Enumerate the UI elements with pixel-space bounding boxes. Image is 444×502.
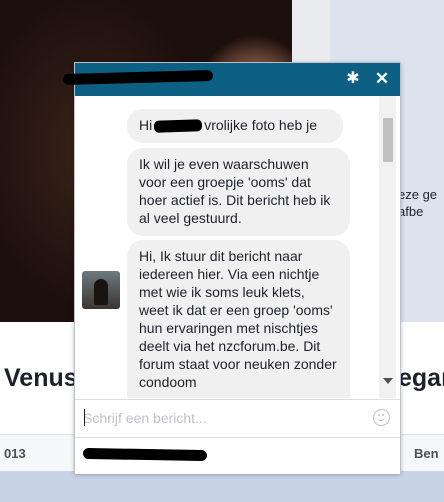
side-text-line-2: afbe <box>398 204 424 219</box>
message-1-greeting: Hi <box>139 117 153 133</box>
emoji-icon[interactable] <box>373 409 390 426</box>
emoji-mouth <box>377 416 385 421</box>
chat-header[interactable]: ✱ ✕ <box>62 63 400 96</box>
tab-left-label[interactable]: 013 <box>4 446 26 461</box>
chat-footer <box>75 437 400 474</box>
side-text-line-1: eze ge <box>398 187 438 202</box>
redacted-title-bar <box>62 70 214 85</box>
message-input[interactable] <box>83 406 353 430</box>
scrollbar-thumb[interactable] <box>383 118 393 162</box>
side-panel-text: eze ge afbe <box>398 186 444 220</box>
avatar[interactable] <box>82 271 120 309</box>
scroll-down-arrow-icon[interactable] <box>383 378 393 384</box>
message-bubble-3: Hi, Ik stuur dit bericht naar iedereen h… <box>127 240 350 398</box>
redacted-footer-text <box>82 447 208 462</box>
message-scrollbar[interactable] <box>379 96 396 398</box>
tab-right-label[interactable]: Ben <box>414 446 444 461</box>
message-list: Hi vrolijke foto heb je Ik wil je even wa… <box>75 96 400 398</box>
chat-window: ✱ ✕ Hi vrolijke foto heb je Ik wil je eve… <box>62 62 401 474</box>
gear-icon[interactable]: ✱ <box>343 69 363 89</box>
page-bottom-area <box>0 471 444 502</box>
text-caret <box>84 409 85 426</box>
profile-name-right[interactable]: egar <box>398 364 444 393</box>
message-bubble-2: Ik wil je even waarschuwen voor een groe… <box>127 148 350 236</box>
avatar-silhouette <box>94 279 108 305</box>
message-bubble-1: Hi vrolijke foto heb je <box>127 109 343 143</box>
message-1-text: vrolijke foto heb je <box>204 117 318 133</box>
redacted-name <box>154 119 203 134</box>
message-composer <box>75 399 400 437</box>
close-icon[interactable]: ✕ <box>372 69 392 89</box>
profile-name-left[interactable]: Venus <box>4 364 78 393</box>
